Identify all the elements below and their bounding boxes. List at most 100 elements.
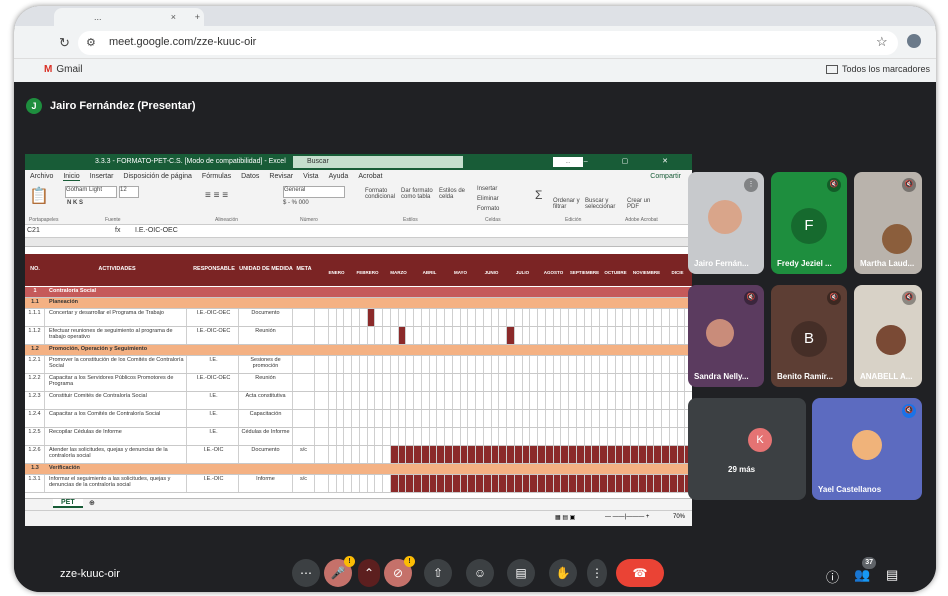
participant-tile[interactable]: Martha Laud... 🔇: [854, 172, 922, 274]
schedule-cell[interactable]: [445, 327, 453, 344]
schedule-cell[interactable]: [429, 446, 438, 463]
schedule-cell[interactable]: [484, 392, 492, 409]
schedule-cell[interactable]: [561, 475, 569, 492]
schedule-cell[interactable]: [608, 327, 616, 344]
schedule-cell[interactable]: [554, 374, 562, 391]
schedule-cell[interactable]: [484, 356, 492, 373]
schedule-cell[interactable]: [344, 446, 352, 463]
schedule-cell[interactable]: [406, 428, 414, 445]
cell-meta[interactable]: s/c: [293, 446, 315, 463]
schedule-cell[interactable]: [406, 475, 414, 492]
schedule-cell[interactable]: [437, 475, 445, 492]
schedule-cell[interactable]: [383, 428, 391, 445]
schedule-cell[interactable]: [437, 392, 445, 409]
schedule-cell[interactable]: [554, 410, 562, 427]
schedule-cell[interactable]: [616, 309, 624, 326]
schedule-cell[interactable]: [577, 392, 585, 409]
cell-num[interactable]: 1.1: [25, 298, 45, 308]
schedule-cell[interactable]: [561, 410, 569, 427]
schedule-cell[interactable]: [422, 428, 430, 445]
schedule-cell[interactable]: [460, 475, 469, 492]
schedule-cell[interactable]: [507, 392, 515, 409]
cell-num[interactable]: 1.2: [25, 345, 45, 355]
schedule-cell[interactable]: [461, 374, 469, 391]
schedule-cell[interactable]: [569, 309, 577, 326]
excel-menu-f-rmulas[interactable]: Fórmulas: [202, 173, 231, 180]
schedule-cell[interactable]: [514, 446, 523, 463]
schedule-cell[interactable]: [670, 410, 678, 427]
schedule-cell[interactable]: [476, 327, 484, 344]
schedule-cell[interactable]: [499, 475, 507, 492]
schedule-cell[interactable]: [430, 410, 438, 427]
schedule-cell[interactable]: [445, 475, 453, 492]
add-sheet-icon[interactable]: ⊕: [89, 499, 95, 507]
schedule-cell[interactable]: [476, 356, 484, 373]
schedule-cell[interactable]: [631, 392, 639, 409]
schedule-cell[interactable]: [600, 356, 608, 373]
schedule-cell[interactable]: [321, 446, 329, 463]
cell-num[interactable]: 1.3: [25, 464, 45, 474]
table-row[interactable]: 1.2.1 Promover la constitución de los Com…: [25, 356, 692, 374]
schedule-cell[interactable]: [546, 356, 554, 373]
schedule-cell[interactable]: [499, 356, 507, 373]
schedule-cell[interactable]: [461, 392, 469, 409]
table-row[interactable]: 1 Contraloría Social: [25, 287, 692, 298]
schedule-cell[interactable]: [678, 410, 686, 427]
schedule-cell[interactable]: [631, 446, 639, 463]
cell-meta[interactable]: [293, 428, 315, 445]
schedule-cell[interactable]: [507, 410, 515, 427]
schedule-cell[interactable]: [608, 309, 616, 326]
schedule-cell[interactable]: [414, 374, 422, 391]
schedule-cell[interactable]: [383, 446, 391, 463]
schedule-cell[interactable]: [383, 327, 391, 344]
schedule-cell[interactable]: [569, 374, 577, 391]
table-row[interactable]: 1.2.5 Recopilar Cédulas de Informe I.E. Céd…: [25, 428, 692, 446]
schedule-cell[interactable]: [623, 356, 631, 373]
schedule-cell[interactable]: [515, 374, 523, 391]
raise-hand-button[interactable]: ✋: [549, 559, 577, 587]
schedule-cell[interactable]: [399, 428, 407, 445]
schedule-cell[interactable]: [368, 392, 376, 409]
schedule-cell[interactable]: [561, 327, 569, 344]
more-vert-button[interactable]: ⋮: [587, 559, 607, 587]
schedule-cell[interactable]: [468, 428, 476, 445]
schedule-cell[interactable]: [453, 410, 461, 427]
schedule-cell[interactable]: [615, 475, 624, 492]
schedule-cell[interactable]: [678, 327, 686, 344]
cell-num[interactable]: 1.2.6: [25, 446, 45, 463]
schedule-cell[interactable]: [399, 392, 407, 409]
schedule-cell[interactable]: [468, 410, 476, 427]
reload-icon[interactable]: ↻: [59, 35, 70, 51]
cell-act[interactable]: Planeación: [47, 298, 447, 308]
schedule-cell[interactable]: [499, 410, 507, 427]
schedule-cell[interactable]: [492, 392, 500, 409]
schedule-cell[interactable]: [321, 428, 329, 445]
schedule-cell[interactable]: [608, 428, 616, 445]
schedule-cell[interactable]: [631, 356, 639, 373]
schedule-cell[interactable]: [561, 374, 569, 391]
schedule-cell[interactable]: [468, 309, 476, 326]
schedule-cell[interactable]: [654, 309, 662, 326]
schedule-cell[interactable]: [600, 374, 608, 391]
schedule-cell[interactable]: [352, 475, 360, 492]
schedule-cell[interactable]: [375, 428, 383, 445]
schedule-cell[interactable]: [608, 356, 616, 373]
schedule-cell[interactable]: [530, 309, 538, 326]
table-row[interactable]: 1.3 Verificación: [25, 464, 692, 475]
schedule-cell[interactable]: [329, 392, 337, 409]
schedule-cell[interactable]: [452, 446, 461, 463]
schedule-cell[interactable]: [585, 428, 593, 445]
schedule-cell[interactable]: [677, 446, 686, 463]
schedule-cell[interactable]: [484, 410, 492, 427]
schedule-cell[interactable]: [344, 475, 352, 492]
schedule-cell[interactable]: [329, 410, 337, 427]
schedule-cell[interactable]: [468, 392, 476, 409]
schedule-cell[interactable]: [344, 356, 352, 373]
schedule-cell[interactable]: [398, 475, 407, 492]
schedule-cell[interactable]: [360, 446, 368, 463]
more-options-button[interactable]: ⋯: [292, 559, 320, 587]
schedule-cell[interactable]: [476, 374, 484, 391]
schedule-cell[interactable]: [515, 392, 523, 409]
table-row[interactable]: 1.3.1 Informar el seguimiento a las solic…: [25, 475, 692, 493]
schedule-cell[interactable]: [499, 392, 507, 409]
